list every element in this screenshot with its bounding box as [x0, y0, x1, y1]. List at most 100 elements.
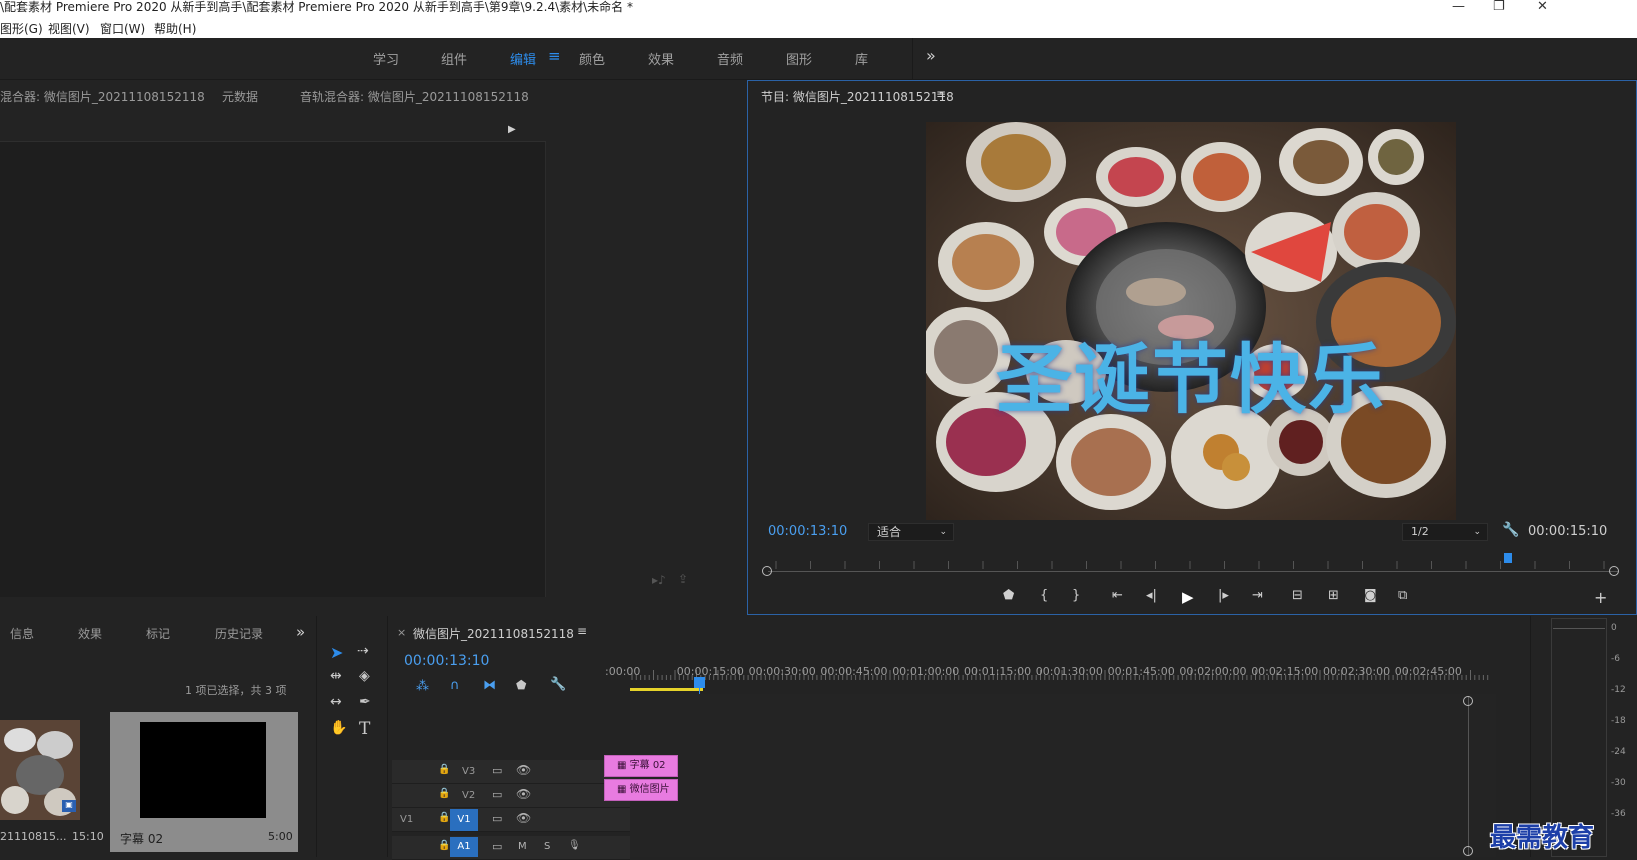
close-sequence-icon[interactable]: × [397, 626, 406, 639]
sync-icon[interactable]: ▭ [492, 840, 502, 853]
lock-icon[interactable]: 🔒 [438, 840, 450, 851]
workspace-assembly[interactable]: 组件 [441, 49, 467, 68]
hand-tool-icon[interactable]: ✋ [330, 720, 347, 736]
add-button-icon[interactable]: + [1594, 588, 1607, 607]
menu-view[interactable]: 视图(V) [48, 20, 90, 37]
linked-selection-icon[interactable]: ⧓ [483, 678, 496, 693]
track-header-v1[interactable]: V1 🔒 V1 ▭ 👁 [392, 808, 630, 832]
camera-icon[interactable]: ◙ [1364, 588, 1377, 603]
pen-tool-icon[interactable]: ✒ [359, 694, 371, 710]
wrench-icon[interactable]: 🔧 [1502, 522, 1519, 538]
menu-graphics[interactable]: 图形(G) [0, 20, 43, 37]
resolution-dropdown[interactable]: 1/2 ⌄ [1402, 523, 1488, 541]
track-select-tool-icon[interactable]: ⇢ [357, 643, 369, 659]
microphone-icon[interactable]: 🎙 [568, 840, 581, 851]
step-back-icon[interactable]: ◂| [1146, 588, 1157, 603]
mark-in-icon[interactable]: { [1040, 588, 1048, 603]
workspace-editing[interactable]: 编辑 [510, 49, 536, 68]
add-marker-icon[interactable]: ⬟ [1003, 588, 1014, 603]
track-header-v3[interactable]: 🔒 V3 ▭ 👁 [392, 760, 630, 784]
timeline-clip-title[interactable]: ▦ 字幕 02 [604, 755, 678, 777]
tab-audio-track-mixer[interactable]: 音轨混合器: 微信图片_20211108152118 [300, 88, 529, 105]
tab-info[interactable]: 信息 [10, 625, 34, 642]
minimize-button[interactable]: — [1452, 0, 1465, 14]
nest-icon[interactable]: ⁂ [416, 679, 429, 694]
export-audio-icon[interactable]: ▸♪ [652, 573, 666, 587]
workspace-color[interactable]: 颜色 [579, 49, 605, 68]
mark-out-icon[interactable]: } [1072, 588, 1080, 603]
menu-help[interactable]: 帮助(H) [154, 20, 196, 37]
track-header-a1[interactable]: 🔒 A1 ▭ M S 🎙 [392, 836, 630, 860]
lock-icon[interactable]: 🔒 [438, 764, 450, 775]
workspace-graphics[interactable]: 图形 [786, 49, 812, 68]
solo-button[interactable]: S [544, 841, 550, 852]
fit-dropdown[interactable]: 适合 ⌄ [868, 523, 954, 541]
ripple-edit-tool-icon[interactable]: ⇹ [330, 668, 342, 684]
tab-metadata[interactable]: 元数据 [222, 88, 258, 105]
sequence-tab[interactable]: 微信图片_20211108152118 [413, 625, 574, 642]
tab-effects[interactable]: 效果 [78, 625, 102, 642]
step-forward-icon[interactable]: |▸ [1218, 588, 1229, 603]
tab-history[interactable]: 历史记录 [215, 625, 263, 642]
lock-icon[interactable]: 🔒 [438, 788, 450, 799]
mute-button[interactable]: M [518, 841, 527, 852]
project-item-image[interactable]: ▣ 21110815... 15:10 [0, 712, 104, 852]
comparison-view-icon[interactable]: ⧉ [1398, 588, 1407, 603]
extract-icon[interactable]: ⊞ [1328, 588, 1339, 603]
scrub-start-handle[interactable] [762, 566, 772, 576]
source-patch-label[interactable]: V1 [400, 814, 413, 825]
track-header-v2[interactable]: 🔒 V2 ▭ 👁 [392, 784, 630, 808]
workspace-libraries[interactable]: 库 [855, 49, 868, 68]
eye-icon[interactable]: 👁 [516, 787, 531, 801]
sync-icon[interactable]: ▭ [492, 812, 502, 825]
go-to-in-icon[interactable]: ⇤ [1112, 588, 1123, 603]
tab-clip-mixer[interactable]: 混合器: 微信图片_20211108152118 [0, 88, 205, 105]
selection-tool-icon[interactable]: ➤ [330, 643, 343, 662]
selection-info: 1 项已选择，共 3 项 [185, 684, 287, 697]
sync-icon[interactable]: ▭ [492, 764, 502, 777]
snap-magnet-icon[interactable]: ∩ [450, 678, 460, 693]
track-label[interactable]: V1 [450, 809, 478, 831]
slip-tool-icon[interactable]: ↔ [330, 694, 342, 710]
workspace-more-icon[interactable]: » [926, 46, 936, 65]
go-to-out-icon[interactable]: ⇥ [1252, 588, 1263, 603]
scrub-end-handle[interactable] [1609, 566, 1619, 576]
type-tool-icon[interactable]: T [359, 719, 370, 739]
program-menu-icon[interactable]: ≡ [936, 87, 946, 101]
add-marker-icon[interactable]: ⬟ [516, 678, 526, 692]
expand-arrow-icon[interactable]: ▶ [508, 124, 516, 135]
sync-icon[interactable]: ▭ [492, 788, 502, 801]
workspace-audio[interactable]: 音频 [717, 49, 743, 68]
workspace-menu-icon[interactable]: ≡ [548, 47, 561, 65]
razor-tool-icon[interactable]: ◈ [359, 668, 370, 684]
workspace-effects[interactable]: 效果 [648, 49, 674, 68]
timeline-current-time[interactable]: 00:00:13:10 [404, 653, 489, 669]
work-area-bar[interactable] [630, 688, 703, 691]
menu-window[interactable]: 窗口(W) [100, 20, 145, 37]
program-current-time[interactable]: 00:00:13:10 [768, 524, 847, 539]
project-more-icon[interactable]: » [296, 623, 305, 641]
project-item-title[interactable]: 字幕 02 5:00 [110, 712, 298, 852]
program-ruler[interactable] [768, 555, 1618, 571]
tab-markers[interactable]: 标记 [146, 625, 170, 642]
close-window-button[interactable]: ✕ [1537, 0, 1548, 14]
lock-icon[interactable]: 🔒 [438, 812, 450, 823]
timeline-playhead-handle[interactable] [694, 677, 705, 688]
eye-icon[interactable]: 👁 [516, 763, 531, 777]
timeline-scrollbar[interactable] [1468, 696, 1469, 856]
eye-icon[interactable]: 👁 [516, 811, 531, 825]
export-frame-icon[interactable]: ⇪ [678, 572, 688, 586]
scroll-handle-bottom[interactable] [1463, 846, 1473, 856]
program-scrub-line[interactable] [768, 571, 1618, 572]
workspace-learn[interactable]: 学习 [373, 49, 399, 68]
timeline-clip-image[interactable]: ▦ 微信图片 [604, 779, 678, 801]
track-area[interactable] [630, 694, 1496, 857]
play-icon[interactable]: ▶ [1182, 588, 1194, 606]
program-playhead[interactable] [1503, 553, 1512, 563]
timeline-settings-icon[interactable]: 🔧 [550, 677, 566, 692]
lift-icon[interactable]: ⊟ [1292, 588, 1303, 603]
scroll-handle-top[interactable] [1463, 696, 1473, 706]
track-label[interactable]: A1 [450, 837, 478, 857]
restore-button[interactable]: ❐ [1493, 0, 1505, 14]
sequence-menu-icon[interactable]: ≡ [577, 624, 587, 638]
